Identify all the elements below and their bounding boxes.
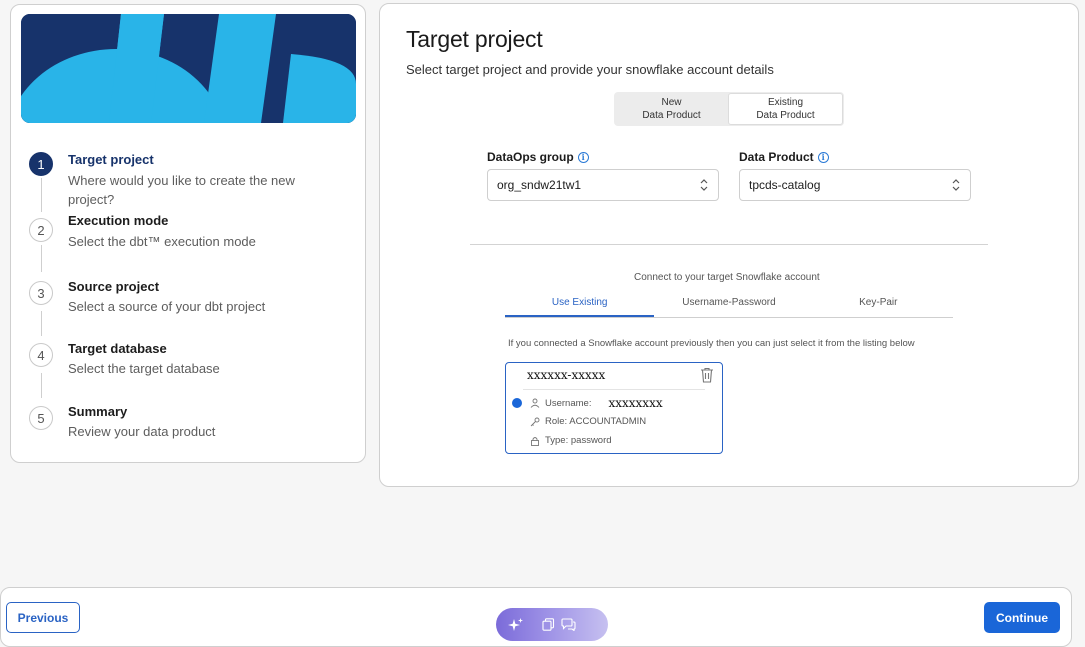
- type-text: Type: password: [545, 435, 612, 446]
- selected-radio[interactable]: [512, 398, 522, 408]
- lock-icon: [531, 436, 539, 446]
- step-number: 4: [29, 343, 53, 367]
- step-connector: [41, 373, 42, 398]
- step-connector: [41, 178, 42, 212]
- previous-button[interactable]: Previous: [6, 602, 80, 633]
- key-icon: [530, 417, 540, 426]
- dataops-group-select[interactable]: org_sndw21tw1: [487, 169, 719, 201]
- tab-use-existing[interactable]: Use Existing: [505, 292, 655, 317]
- username-value: xxxxxxxx: [608, 396, 663, 410]
- wizard-steps-panel: 1 Target project Where would you like to…: [10, 4, 366, 463]
- account-name-divider: [523, 389, 705, 390]
- step-number: 3: [29, 281, 53, 305]
- sparkle-icon[interactable]: [508, 617, 524, 633]
- dataops-group-label-text: DataOps group: [487, 150, 574, 164]
- info-icon[interactable]: i: [817, 151, 829, 163]
- account-role-row: Role: ACCOUNTADMIN: [530, 416, 646, 427]
- step-number: 2: [29, 218, 53, 242]
- account-name: xxxxxx-xxxxx: [527, 368, 606, 382]
- trash-icon[interactable]: [700, 367, 714, 383]
- step-number: 1: [29, 152, 53, 176]
- tab-key-pair[interactable]: Key-Pair: [804, 292, 953, 317]
- page-subtitle: Select target project and provide your s…: [406, 62, 774, 77]
- segment-existing-data-product[interactable]: Existing Data Product: [728, 93, 843, 125]
- dataops-group-value: org_sndw21tw1: [497, 178, 582, 192]
- step-description: Where would you like to create the new p…: [68, 173, 295, 207]
- step-connector: [41, 245, 42, 272]
- snowflake-account-card[interactable]: xxxxxx-xxxxx Username: xxxxxxxx Role: AC…: [505, 362, 723, 454]
- data-product-value: tpcds-catalog: [749, 178, 821, 192]
- account-type-row: Type: password: [530, 435, 612, 446]
- continue-button[interactable]: Continue: [984, 602, 1060, 633]
- step-title: Target database: [68, 341, 167, 356]
- chevron-up-down-icon: [952, 179, 960, 191]
- page-title: Target project: [406, 26, 543, 52]
- section-divider: [470, 244, 988, 245]
- chevron-up-down-icon: [700, 179, 708, 191]
- wizard-footer: Previous Continue: [0, 587, 1072, 647]
- step-connector: [41, 311, 42, 336]
- data-product-label-text: Data Product: [739, 150, 814, 164]
- role-text: Role: ACCOUNTADMIN: [545, 416, 647, 427]
- tab-username-password[interactable]: Username-Password: [654, 292, 803, 317]
- step-number: 5: [29, 406, 53, 430]
- data-product-mode-toggle: New Data Product Existing Data Product: [614, 92, 844, 126]
- username-label: Username:: [545, 397, 592, 409]
- info-icon[interactable]: i: [577, 151, 589, 163]
- segment-new-data-product[interactable]: New Data Product: [615, 93, 728, 125]
- brand-banner: [21, 14, 356, 123]
- step-title: Execution mode: [68, 213, 169, 228]
- existing-accounts-hint: If you connected a Snowflake account pre…: [508, 338, 915, 349]
- account-username-row: Username: xxxxxxxx: [530, 396, 663, 410]
- chat-icon[interactable]: [561, 618, 576, 631]
- step-title: Summary: [68, 404, 128, 419]
- user-icon: [530, 398, 540, 408]
- step-description: Select the target database: [68, 361, 220, 376]
- connection-method-tabs: Use Existing Username-Password Key-Pair: [505, 292, 953, 318]
- step-description: Select a source of your dbt project: [68, 299, 266, 314]
- step-title: Target project: [68, 152, 154, 167]
- dataops-group-label: DataOps group i: [487, 150, 589, 164]
- connect-label-text: Connect to your target Snowflake account: [634, 272, 820, 283]
- ai-assistant-toolbar: [496, 608, 608, 641]
- step-description: Select the dbt™ execution mode: [68, 234, 256, 249]
- copy-icon[interactable]: [542, 618, 555, 631]
- data-product-label: Data Product i: [739, 150, 829, 164]
- step-title: Source project: [68, 279, 160, 294]
- target-project-panel: Target project Select target project and…: [379, 3, 1079, 487]
- step-description: Review your data product: [68, 424, 216, 439]
- data-product-select[interactable]: tpcds-catalog: [739, 169, 971, 201]
